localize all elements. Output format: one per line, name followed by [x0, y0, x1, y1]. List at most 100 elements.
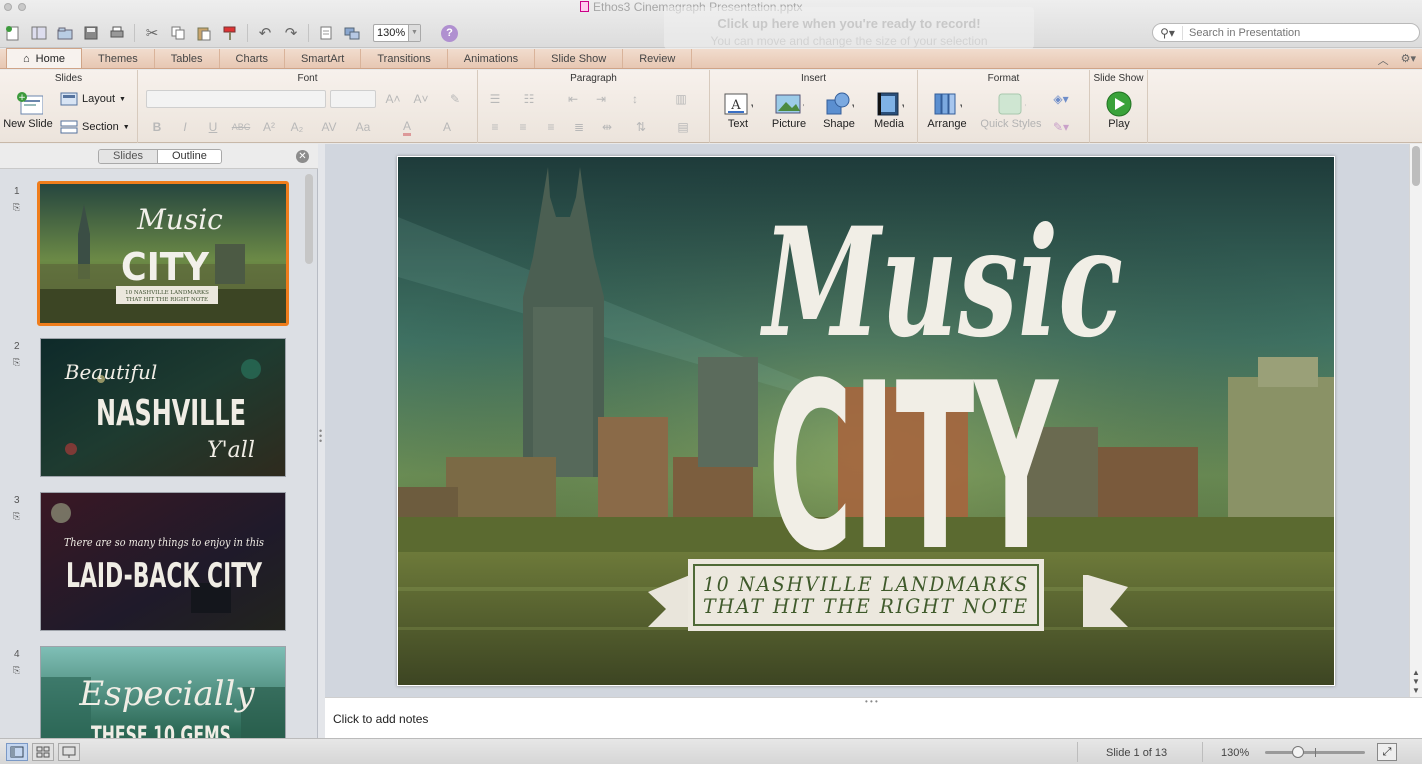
- screen-recorder-hint[interactable]: Click up here when you're ready to recor…: [664, 7, 1034, 49]
- pane-splitter[interactable]: • • •: [318, 144, 325, 738]
- tab-review[interactable]: Review: [623, 49, 693, 68]
- line-spacing-icon[interactable]: ↕: [624, 90, 646, 108]
- subscript-icon[interactable]: A₂: [286, 118, 308, 136]
- print-icon[interactable]: [104, 22, 130, 44]
- help-icon[interactable]: ?: [441, 24, 458, 42]
- align-text-icon[interactable]: ▤: [672, 118, 694, 136]
- tab-slides[interactable]: Slides: [99, 150, 157, 163]
- slide-thumbnail-3[interactable]: There are so many things to enjoy in thi…: [40, 492, 286, 631]
- slide-show-view-button[interactable]: [58, 743, 80, 761]
- slide-thumbnail-2[interactable]: Beautiful NASHVILLE Y'all: [40, 338, 286, 477]
- new-from-template-icon[interactable]: [0, 22, 26, 44]
- strikethrough-icon[interactable]: ABC: [230, 118, 252, 136]
- shape-outline-icon[interactable]: ✎▾: [1050, 118, 1072, 136]
- superscript-icon[interactable]: A²: [258, 118, 280, 136]
- slide-sorter-view-button[interactable]: [32, 743, 54, 761]
- text-direction-icon[interactable]: ⇅: [630, 118, 652, 136]
- quick-styles-button[interactable]: ▾ Quick Styles: [976, 90, 1046, 130]
- status-separator: [1077, 742, 1078, 762]
- underline-icon[interactable]: U: [202, 118, 224, 136]
- slide-thumbnail-1[interactable]: Music CITY 10 NASHVILLE LANDMARKS THAT H…: [37, 181, 289, 326]
- distributed-icon[interactable]: ⇹: [596, 118, 618, 136]
- slide-scrollbar[interactable]: ▲ ▼ ▼: [1409, 144, 1422, 697]
- tab-themes[interactable]: Themes: [82, 49, 155, 68]
- text-effects-icon[interactable]: A: [436, 118, 458, 136]
- gallery-icon[interactable]: [26, 22, 52, 44]
- zoom-slider[interactable]: [1265, 746, 1365, 758]
- ribbon-group-format: Format ▾ Arrange ▾ Quick Styles ◈▾ ✎▾: [918, 70, 1090, 143]
- bold-icon[interactable]: B: [146, 118, 168, 136]
- ribbon-group-paragraph: Paragraph ☰ ☷ ⇤ ⇥ ↕ ▥ ≡ ≡ ≡ ≣ ⇹ ⇅ ▤: [478, 70, 710, 143]
- character-spacing-icon[interactable]: AV: [318, 118, 340, 136]
- font-size-combobox[interactable]: [330, 90, 376, 108]
- slide-sorter-icon[interactable]: [339, 22, 365, 44]
- normal-view-button[interactable]: [6, 743, 28, 761]
- new-slide-button[interactable]: +▾ New Slide: [2, 90, 54, 130]
- current-slide[interactable]: Music CITY 10 NASHVILLE LANDMARKS THAT H…: [397, 156, 1335, 686]
- redo-icon[interactable]: ↷: [278, 22, 304, 44]
- collapse-ribbon-icon[interactable]: ︿: [1378, 52, 1389, 68]
- align-right-icon[interactable]: ≡: [540, 118, 562, 136]
- columns-icon[interactable]: ▥: [670, 90, 692, 108]
- align-left-icon[interactable]: ≡: [484, 118, 506, 136]
- shrink-font-icon[interactable]: A˅: [410, 90, 432, 108]
- insert-text-button[interactable]: A ▾ Text: [716, 90, 760, 130]
- format-painter-icon[interactable]: [217, 22, 243, 44]
- tab-slide-show[interactable]: Slide Show: [535, 49, 624, 68]
- tab-transitions[interactable]: Transitions: [361, 49, 448, 68]
- slides-pane-scrollbar[interactable]: [305, 174, 313, 264]
- layout-button[interactable]: Layout ▼: [60, 92, 126, 106]
- font-color-icon[interactable]: A: [396, 118, 418, 136]
- paste-icon[interactable]: [191, 22, 217, 44]
- tab-tables[interactable]: Tables: [155, 49, 220, 68]
- scroll-arrows-icon[interactable]: ▲ ▼ ▼: [1411, 668, 1421, 695]
- close-icon[interactable]: ✕: [296, 150, 309, 163]
- media-icon: ▾: [874, 90, 904, 118]
- tab-outline[interactable]: Outline: [156, 150, 221, 163]
- insert-picture-button[interactable]: ▾ Picture: [766, 90, 812, 130]
- fit-to-window-button[interactable]: ⤢: [1377, 743, 1397, 761]
- grow-font-icon[interactable]: A˄: [382, 90, 404, 108]
- tab-animations[interactable]: Animations: [448, 49, 536, 68]
- section-button[interactable]: Section ▼: [60, 120, 130, 134]
- font-family-combobox[interactable]: [146, 90, 326, 108]
- change-case-icon[interactable]: Aa: [352, 118, 374, 136]
- chevron-down-icon[interactable]: ▼: [408, 25, 420, 41]
- undo-icon[interactable]: ↶: [252, 22, 278, 44]
- search-input[interactable]: [1183, 26, 1403, 39]
- notes-resize-handle[interactable]: • • •: [865, 697, 878, 706]
- zoom-slider-handle[interactable]: [1292, 746, 1304, 758]
- play-button[interactable]: ▾ Play: [1096, 90, 1142, 130]
- minimize-window-button[interactable]: [18, 3, 26, 11]
- cut-icon[interactable]: ✂: [139, 22, 165, 44]
- justify-icon[interactable]: ≣: [568, 118, 590, 136]
- ribbon-settings-icon[interactable]: ⚙▾: [1401, 52, 1416, 68]
- increase-indent-icon[interactable]: ⇥: [590, 90, 612, 108]
- insert-shape-button[interactable]: ▾ Shape: [816, 90, 862, 130]
- tab-smartart[interactable]: SmartArt: [285, 49, 362, 68]
- italic-icon[interactable]: I: [174, 118, 196, 136]
- slides-pane: Slides Outline ✕ 1 ⎘ Music CITY 10 NASHV…: [0, 144, 318, 738]
- open-icon[interactable]: [52, 22, 78, 44]
- arrange-button[interactable]: ▾ Arrange: [924, 90, 970, 130]
- zoom-combobox[interactable]: 130% ▼: [373, 24, 421, 42]
- clear-formatting-icon[interactable]: ✎: [444, 90, 466, 108]
- notes-pane[interactable]: • • • Click to add notes: [325, 697, 1422, 738]
- shape-fill-icon[interactable]: ◈▾: [1050, 90, 1072, 108]
- notes-placeholder[interactable]: Click to add notes: [333, 712, 428, 726]
- insert-media-button[interactable]: ▾ Media: [866, 90, 912, 130]
- numbering-icon[interactable]: ☷: [518, 90, 540, 108]
- search-box[interactable]: ⚲▾: [1152, 23, 1420, 42]
- close-window-button[interactable]: [4, 3, 12, 11]
- show-formatting-icon[interactable]: [313, 22, 339, 44]
- slide-thumbnail-4[interactable]: Especially THESE 10 GEMS: [40, 646, 286, 738]
- save-icon[interactable]: [78, 22, 104, 44]
- align-center-icon[interactable]: ≡: [512, 118, 534, 136]
- search-icon[interactable]: ⚲▾: [1153, 25, 1183, 40]
- tab-charts[interactable]: Charts: [220, 49, 285, 68]
- decrease-indent-icon[interactable]: ⇤: [562, 90, 584, 108]
- scrollbar-thumb[interactable]: [1412, 146, 1420, 186]
- tab-home[interactable]: ⌂ Home: [6, 48, 82, 68]
- copy-icon[interactable]: [165, 22, 191, 44]
- bullets-icon[interactable]: ☰: [484, 90, 506, 108]
